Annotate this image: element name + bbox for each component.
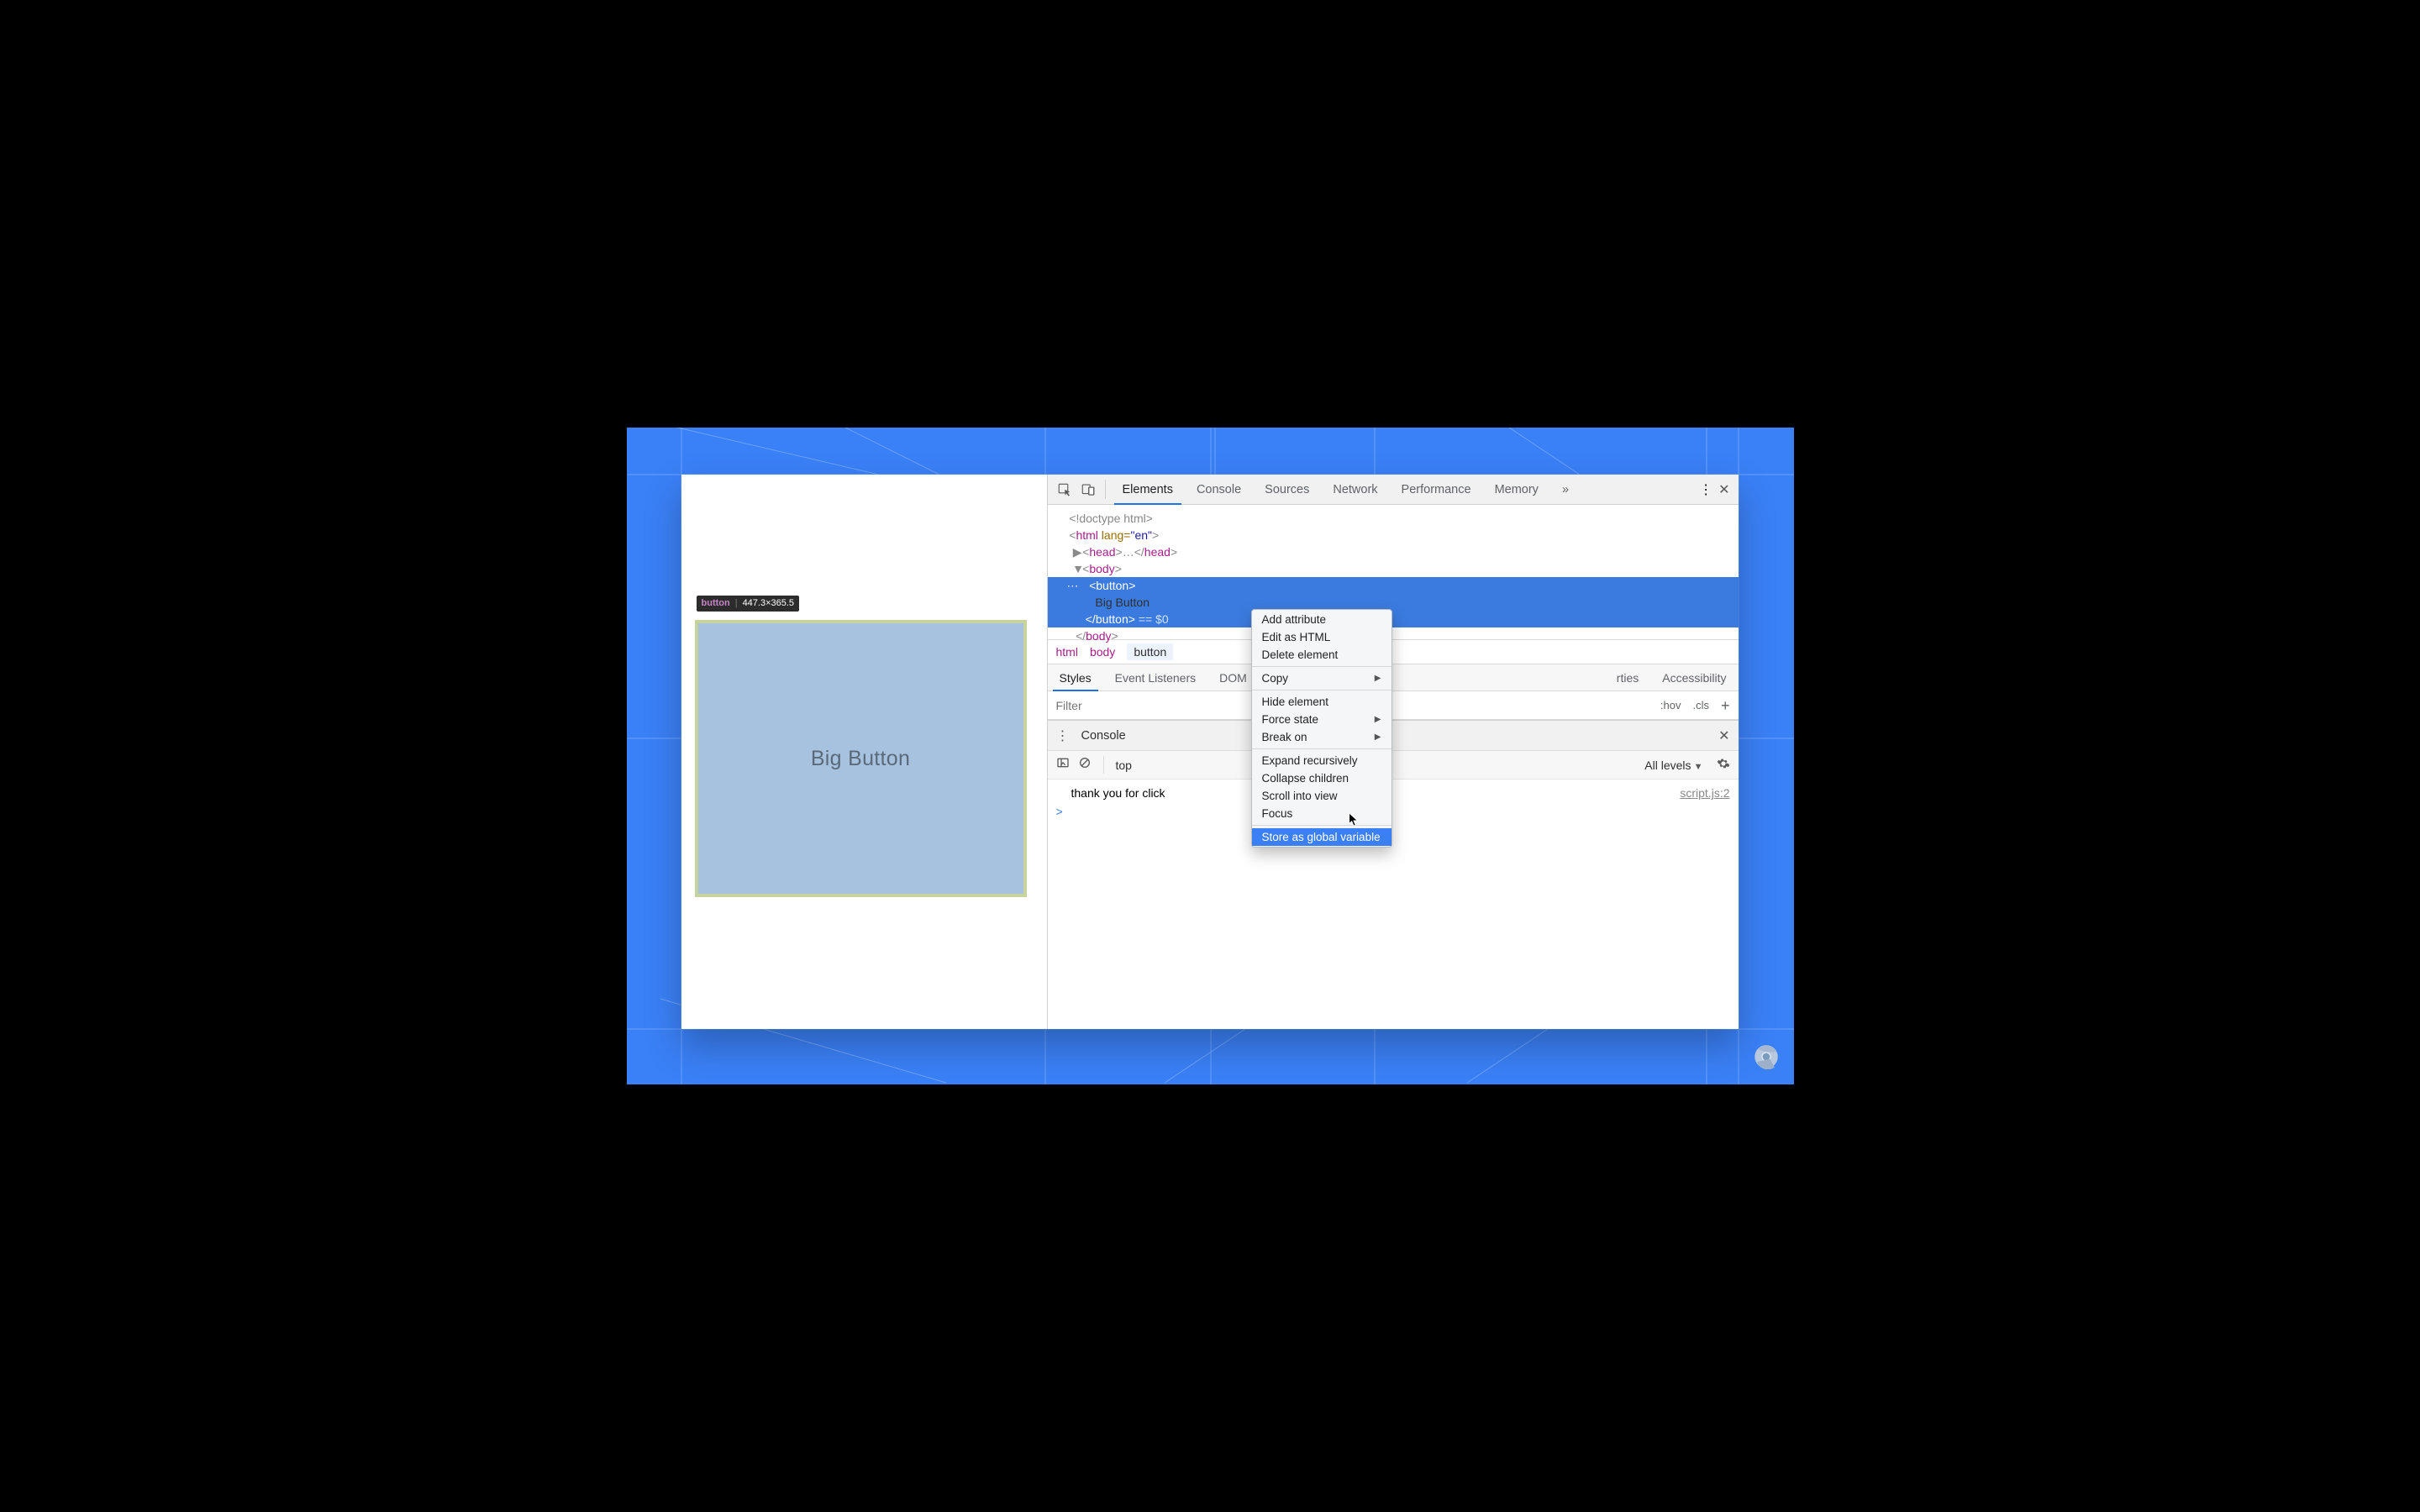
ctx-add-attribute[interactable]: Add attribute	[1252, 611, 1392, 628]
crumb-button[interactable]: button	[1127, 643, 1173, 660]
tab-memory[interactable]: Memory	[1483, 475, 1550, 504]
big-button-label: Big Button	[811, 747, 910, 771]
devtools-toolbar: Elements Console Sources Network Perform…	[1048, 475, 1739, 505]
subtab-event-listeners[interactable]: Event Listeners	[1103, 664, 1208, 690]
dom-line[interactable]: <!doctype html>	[1048, 510, 1739, 527]
big-button[interactable]: Big Button	[695, 620, 1027, 897]
devtools-panel: Elements Console Sources Network Perform…	[1047, 475, 1739, 1029]
console-log-row[interactable]: thank you for click script.js:2	[1056, 785, 1730, 801]
inspect-element-icon[interactable]	[1053, 475, 1076, 504]
tab-overflow-icon[interactable]: »	[1550, 475, 1581, 504]
presentation-stage: button | 447.3×365.5 Big Button	[627, 428, 1794, 1084]
console-drawer-title: Console	[1081, 729, 1126, 743]
tab-performance[interactable]: Performance	[1390, 475, 1483, 504]
ctx-separator	[1252, 748, 1392, 749]
dom-tree[interactable]: <!doctype html> <html lang="en"> ▶<head>…	[1048, 505, 1739, 639]
hov-toggle[interactable]: :hov	[1660, 699, 1681, 711]
crumb-html[interactable]: html	[1056, 645, 1078, 659]
browser-devtools-window: button | 447.3×365.5 Big Button	[681, 475, 1739, 1029]
subtab-properties[interactable]: rties	[1605, 664, 1650, 690]
ctx-separator	[1252, 825, 1392, 826]
device-toolbar-icon[interactable]	[1076, 475, 1100, 504]
console-output[interactable]: thank you for click script.js:2 >	[1048, 780, 1739, 1029]
ctx-force-state[interactable]: Force state▶	[1252, 711, 1392, 728]
log-level-selector[interactable]: All levels	[1644, 759, 1702, 772]
element-inspect-tooltip: button | 447.3×365.5	[697, 596, 800, 612]
ctx-focus[interactable]: Focus	[1252, 805, 1392, 822]
tab-network[interactable]: Network	[1321, 475, 1389, 504]
dom-line[interactable]: ▼<body>	[1048, 560, 1739, 577]
console-context-selector[interactable]: top	[1116, 759, 1132, 772]
ctx-edit-as-html[interactable]: Edit as HTML	[1252, 628, 1392, 646]
tab-elements[interactable]: Elements	[1111, 475, 1185, 504]
ctx-store-global-variable[interactable]: Store as global variable	[1252, 828, 1392, 846]
chrome-logo-icon	[1754, 1044, 1779, 1069]
ctx-separator	[1252, 666, 1392, 667]
context-menu: Add attribute Edit as HTML Delete elemen…	[1251, 609, 1392, 848]
clear-console-icon[interactable]	[1078, 756, 1092, 774]
tooltip-tag: button	[702, 599, 730, 608]
ctx-copy[interactable]: Copy▶	[1252, 669, 1392, 687]
mouse-cursor-icon	[1348, 812, 1360, 827]
new-style-rule-icon[interactable]: +	[1721, 698, 1730, 713]
dom-line[interactable]: <html lang="en">	[1048, 527, 1739, 543]
console-prompt[interactable]: >	[1056, 801, 1730, 818]
console-sidebar-toggle-icon[interactable]	[1056, 756, 1070, 774]
console-drawer: ⋮ Console ✕ top	[1048, 720, 1739, 1029]
crumb-body[interactable]: body	[1090, 645, 1115, 659]
subtab-styles[interactable]: Styles	[1048, 664, 1103, 690]
close-drawer-icon[interactable]: ✕	[1718, 727, 1729, 744]
tooltip-dimensions: 447.3×365.5	[743, 599, 794, 608]
kebab-menu-icon[interactable]: ⋮	[1699, 481, 1712, 498]
console-settings-icon[interactable]	[1717, 757, 1730, 773]
dom-selected-node[interactable]: ⋯ <button> Big Button </button> == $0	[1048, 577, 1739, 627]
devtools-tab-strip: Elements Console Sources Network Perform…	[1111, 475, 1700, 504]
console-log-source-link[interactable]: script.js:2	[1680, 786, 1729, 800]
tab-sources[interactable]: Sources	[1253, 475, 1321, 504]
page-preview-pane: button | 447.3×365.5 Big Button	[681, 475, 1047, 1029]
dom-line[interactable]: </body>	[1048, 627, 1739, 644]
close-devtools-icon[interactable]: ✕	[1718, 481, 1729, 498]
ctx-break-on[interactable]: Break on▶	[1252, 728, 1392, 746]
styles-filter-bar: :hov .cls +	[1048, 691, 1739, 720]
ctx-expand-recursively[interactable]: Expand recursively	[1252, 752, 1392, 769]
cls-toggle[interactable]: .cls	[1692, 699, 1709, 711]
console-drawer-header: ⋮ Console ✕	[1048, 721, 1739, 751]
styles-filter-input[interactable]	[1056, 699, 1224, 712]
dom-line[interactable]: ▶<head>…</head>	[1048, 543, 1739, 560]
console-log-text: thank you for click	[1056, 786, 1165, 800]
ctx-collapse-children[interactable]: Collapse children	[1252, 769, 1392, 787]
elements-subtabs: Styles Event Listeners DOM rties Accessi…	[1048, 664, 1739, 691]
ctx-delete-element[interactable]: Delete element	[1252, 646, 1392, 664]
tab-console[interactable]: Console	[1185, 475, 1253, 504]
console-toolbar: top All levels	[1048, 751, 1739, 780]
subtab-accessibility[interactable]: Accessibility	[1650, 664, 1738, 690]
drawer-kebab-icon[interactable]: ⋮	[1056, 727, 1070, 744]
ctx-scroll-into-view[interactable]: Scroll into view	[1252, 787, 1392, 805]
ctx-hide-element[interactable]: Hide element	[1252, 693, 1392, 711]
